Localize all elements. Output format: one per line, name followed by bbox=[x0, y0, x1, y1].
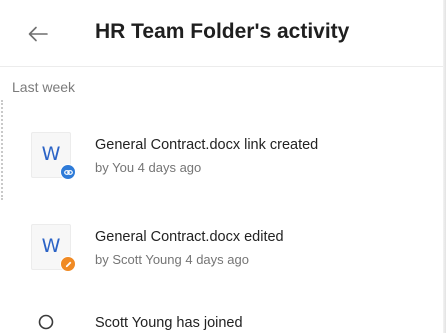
activity-title: Scott Young has joined bbox=[95, 315, 243, 331]
activity-item-joined[interactable]: Scott Young has joined bbox=[0, 302, 443, 333]
pencil-icon bbox=[65, 261, 71, 267]
activity-subtitle: by You 4 days ago bbox=[95, 160, 202, 175]
person-icon bbox=[38, 314, 54, 330]
link-badge bbox=[60, 164, 76, 180]
activity-subtitle: by Scott Young 4 days ago bbox=[95, 252, 249, 267]
activity-title: General Contract.docx edited bbox=[95, 229, 284, 245]
page-title: HR Team Folder's activity bbox=[95, 20, 350, 43]
edit-badge bbox=[60, 256, 76, 272]
activity-title: General Contract.docx link created bbox=[95, 137, 319, 153]
section-header: Last week bbox=[12, 79, 76, 95]
activity-screen: HR Team Folder's activity Last week W Ge… bbox=[0, 0, 446, 333]
arrow-left-icon bbox=[28, 26, 48, 42]
app-header: HR Team Folder's activity bbox=[0, 0, 443, 67]
activity-item-link-created[interactable]: W General Contract.docx link created by … bbox=[0, 125, 443, 187]
word-letter: W bbox=[41, 143, 61, 165]
activity-item-edited[interactable]: W General Contract.docx edited by Scott … bbox=[0, 217, 443, 279]
word-letter: W bbox=[41, 235, 61, 257]
link-icon bbox=[63, 169, 73, 175]
back-button[interactable] bbox=[24, 20, 52, 48]
